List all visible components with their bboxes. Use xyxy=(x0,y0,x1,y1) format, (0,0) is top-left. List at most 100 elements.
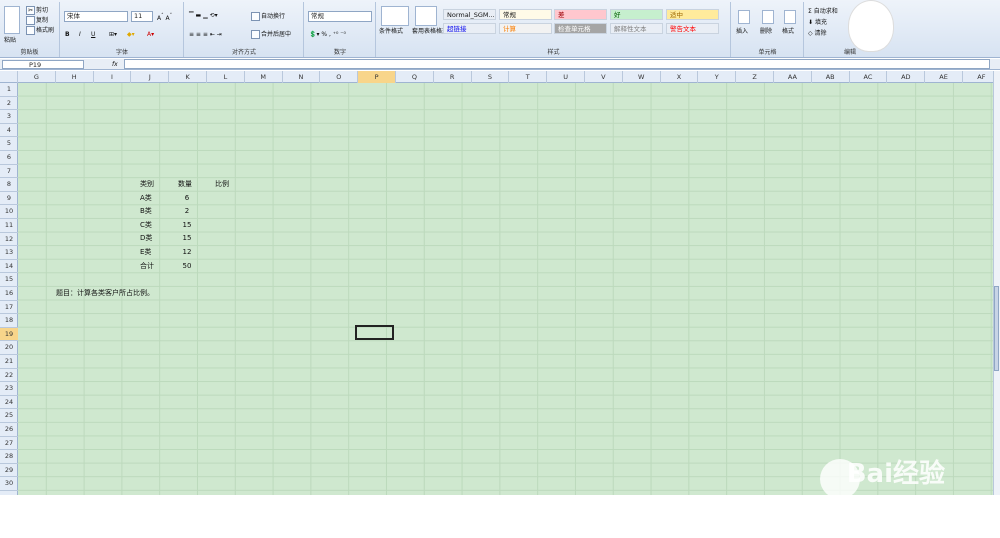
row-header-28[interactable]: 28 xyxy=(0,450,18,464)
cell-category[interactable]: C类 xyxy=(140,219,152,232)
formula-input[interactable] xyxy=(124,59,990,69)
row-header-15[interactable]: 15 xyxy=(0,273,18,287)
style-cell-7[interactable]: 检查单元格 xyxy=(554,23,607,34)
column-header-J[interactable]: J xyxy=(131,71,170,83)
row-header-17[interactable]: 17 xyxy=(0,301,18,315)
cell-quantity[interactable]: 2 xyxy=(172,205,202,218)
font-color-icon[interactable]: A▾ xyxy=(147,30,154,39)
scroll-thumb[interactable] xyxy=(994,286,999,371)
select-all-corner[interactable] xyxy=(0,71,18,83)
column-header-H[interactable]: H xyxy=(56,71,94,83)
cell-header-category[interactable]: 类别 xyxy=(140,178,154,191)
cell-category[interactable]: A类 xyxy=(140,192,152,205)
cell-category[interactable]: E类 xyxy=(140,246,151,259)
row-header-18[interactable]: 18 xyxy=(0,314,18,328)
selected-cell[interactable] xyxy=(355,325,394,340)
delete-button[interactable]: 删除 xyxy=(760,27,772,36)
insert-icon[interactable] xyxy=(738,10,750,24)
row-header-30[interactable]: 30 xyxy=(0,477,18,491)
row-header-22[interactable]: 22 xyxy=(0,369,18,383)
cell-quantity[interactable]: 15 xyxy=(172,232,202,245)
style-cell-9[interactable]: 警告文本 xyxy=(666,23,719,34)
column-header-N[interactable]: N xyxy=(283,71,321,83)
row-header-6[interactable]: 6 xyxy=(0,151,18,165)
row-header-27[interactable]: 27 xyxy=(0,437,18,451)
font-name-select[interactable]: 宋体 xyxy=(64,11,128,22)
cell-category[interactable]: 合计 xyxy=(140,260,154,273)
format-button[interactable]: 格式 xyxy=(782,27,794,36)
row-header-25[interactable]: 25 xyxy=(0,409,18,423)
style-cell-6[interactable]: 计算 xyxy=(499,23,552,34)
column-header-W[interactable]: W xyxy=(623,71,661,83)
column-header-AD[interactable]: AD xyxy=(887,71,926,83)
row-header-29[interactable]: 29 xyxy=(0,464,18,478)
row-header-2[interactable]: 2 xyxy=(0,97,18,111)
vertical-scrollbar[interactable] xyxy=(993,71,1000,495)
wrap-text-button[interactable]: 自动换行 xyxy=(251,12,285,21)
paste-button[interactable]: 粘贴 xyxy=(4,36,16,45)
name-box[interactable]: P19 xyxy=(2,60,84,69)
cut-button[interactable]: ✂ 剪切 xyxy=(26,6,48,15)
column-header-I[interactable]: I xyxy=(94,71,132,83)
style-cell-0[interactable]: Normal_SGM... xyxy=(443,9,496,20)
row-header-24[interactable]: 24 xyxy=(0,396,18,410)
font-size-select[interactable]: 11 xyxy=(131,11,153,22)
conditional-format-icon[interactable] xyxy=(381,6,409,26)
column-header-V[interactable]: V xyxy=(585,71,623,83)
column-header-Q[interactable]: Q xyxy=(396,71,434,83)
row-header-3[interactable]: 3 xyxy=(0,110,18,124)
row-header-11[interactable]: 11 xyxy=(0,219,18,233)
cell-category[interactable]: D类 xyxy=(140,232,152,245)
style-cell-2[interactable]: 差 xyxy=(554,9,607,20)
cell-quantity[interactable]: 6 xyxy=(172,192,202,205)
cell-area[interactable]: 类别 数量 比例 A类 6 B类 2 C类 15 D类 15 E类 12 合计 50 题目：计算各类客… xyxy=(18,83,993,495)
column-header-S[interactable]: S xyxy=(472,71,510,83)
row-header-26[interactable]: 26 xyxy=(0,423,18,437)
column-header-M[interactable]: M xyxy=(245,71,283,83)
cell-header-quantity[interactable]: 数量 xyxy=(178,178,192,191)
row-header-13[interactable]: 13 xyxy=(0,246,18,260)
row-header-12[interactable]: 12 xyxy=(0,233,18,247)
task-text[interactable]: 题目：计算各类客户所占比例。 xyxy=(56,287,154,300)
row-header-19[interactable]: 19 xyxy=(0,327,18,342)
row-header-16[interactable]: 16 xyxy=(0,287,18,301)
cell-quantity[interactable]: 12 xyxy=(172,246,202,259)
style-cell-5[interactable]: 超链接 xyxy=(443,23,496,34)
column-header-Z[interactable]: Z xyxy=(736,71,774,83)
fill-color-icon[interactable]: ◆▾ xyxy=(127,30,135,39)
column-header-AB[interactable]: AB xyxy=(812,71,850,83)
row-header-20[interactable]: 20 xyxy=(0,341,18,355)
style-cell-3[interactable]: 好 xyxy=(610,9,663,20)
underline-button[interactable]: U xyxy=(91,30,95,39)
merge-center-button[interactable]: 合并后居中 xyxy=(251,30,291,39)
cell-category[interactable]: B类 xyxy=(140,205,152,218)
cell-quantity[interactable]: 15 xyxy=(172,219,202,232)
table-format-icon[interactable] xyxy=(415,6,437,26)
style-cell-1[interactable]: 常规 xyxy=(499,9,552,20)
row-header-1[interactable]: 1 xyxy=(0,83,18,97)
align-top-icon[interactable]: ▔ ▬ ▁ ⟲▾ xyxy=(189,11,218,20)
align-left-icon[interactable]: ≡ ≡ ≡ ⇤ ⇥ xyxy=(189,30,222,39)
column-header-T[interactable]: T xyxy=(509,71,548,83)
column-header-K[interactable]: K xyxy=(169,71,207,83)
border-icon[interactable]: ⊞▾ xyxy=(109,30,117,39)
conditional-format-button[interactable]: 条件格式 xyxy=(379,27,403,36)
cell-quantity[interactable]: 50 xyxy=(172,260,202,273)
column-header-O[interactable]: O xyxy=(320,71,359,83)
bold-button[interactable]: B xyxy=(65,30,70,39)
fill-button[interactable]: ⬇ 填充 xyxy=(808,18,827,27)
currency-icon[interactable]: 💲▾ % , ⁺⁰ ⁻⁰ xyxy=(309,30,346,39)
column-header-AC[interactable]: AC xyxy=(850,71,888,83)
row-header-9[interactable]: 9 xyxy=(0,192,18,206)
column-header-AA[interactable]: AA xyxy=(774,71,812,83)
autosum-button[interactable]: Σ 自动求和 xyxy=(808,7,838,16)
copy-button[interactable]: 复制 xyxy=(26,16,48,25)
column-header-X[interactable]: X xyxy=(661,71,699,83)
grow-font-button[interactable]: A˄ A˅ xyxy=(157,12,172,23)
delete-icon[interactable] xyxy=(762,10,774,24)
style-cell-4[interactable]: 适中 xyxy=(666,9,719,20)
format-icon[interactable] xyxy=(784,10,796,24)
column-header-P[interactable]: P xyxy=(358,71,396,83)
row-header-8[interactable]: 8 xyxy=(0,178,18,192)
cell-header-ratio[interactable]: 比例 xyxy=(215,178,229,191)
